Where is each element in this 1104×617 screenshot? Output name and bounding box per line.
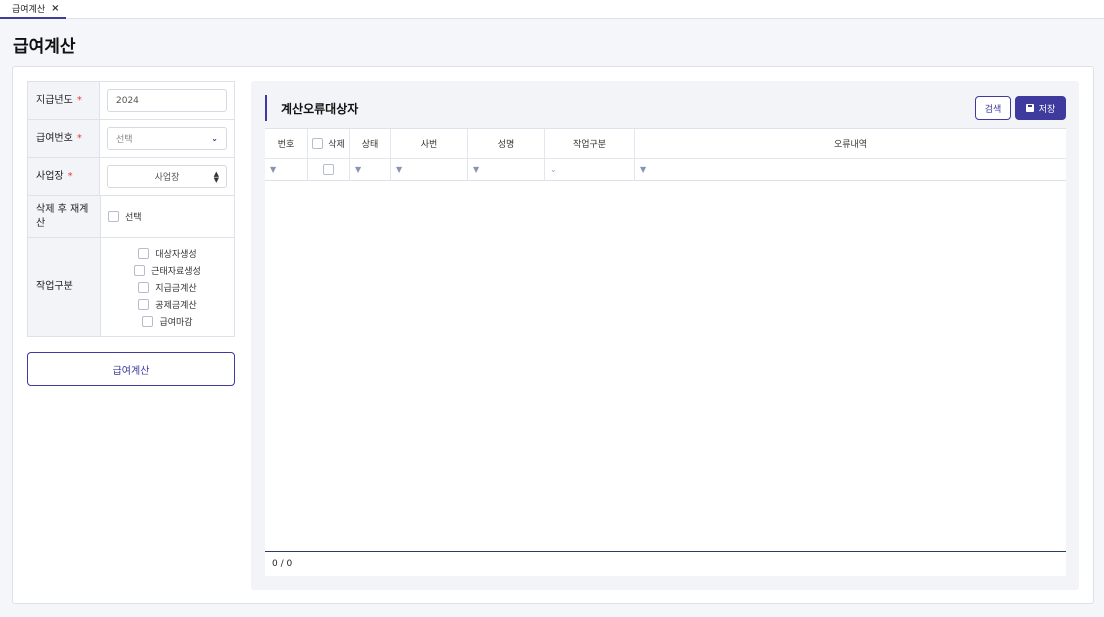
form-label: 지급년도 * — [28, 82, 100, 119]
checkbox-icon[interactable] — [142, 315, 154, 327]
checkbox-label: 선택 — [125, 213, 142, 223]
pay-number-select[interactable]: 선택 ⌄ — [107, 127, 227, 150]
form-value: 2024 — [100, 82, 234, 119]
job-type-option[interactable]: 근태자료생성 — [134, 262, 201, 279]
filter-icon[interactable]: ▼ — [355, 165, 361, 174]
search-form: 지급년도 * 2024 급여번호 * 선택 ⌄ 사업장 * 사업장 ▲ ▼ 삭제… — [27, 81, 235, 337]
filter-icon[interactable]: ▼ — [640, 165, 646, 174]
required-mark: * — [76, 132, 82, 144]
checkbox-label: 지급금계산 — [155, 283, 197, 294]
label-text: 지급년도 — [36, 94, 73, 106]
filter-cell[interactable]: ▼ — [468, 159, 545, 180]
filter-icon[interactable]: ▼ — [270, 165, 276, 174]
job-type-option[interactable]: 공제금계산 — [138, 296, 197, 313]
filter-icon[interactable]: ▼ — [396, 165, 402, 174]
grid-row-count: 0 / 0 — [272, 559, 293, 569]
select-all-checkbox[interactable] — [312, 138, 324, 149]
form-label: 사업장 * — [28, 158, 100, 195]
col-header-delete[interactable]: 삭제 — [308, 129, 350, 158]
tab-payroll-calc[interactable]: 급여계산 × — [0, 0, 66, 19]
job-type-option[interactable]: 대상자생성 — [138, 245, 197, 262]
form-value: 사업장 ▲ ▼ — [100, 158, 234, 195]
checkbox-label: 급여마감 — [159, 317, 193, 328]
checkbox-icon[interactable] — [108, 211, 119, 222]
form-value: 선택 ⌄ — [100, 120, 234, 157]
checkbox-icon[interactable] — [138, 298, 150, 310]
filter-cell[interactable]: ▼ — [391, 159, 468, 180]
form-row-job-type: 작업구분 대상자생성 근태자료생성 지급금계산 공제금계산 급여마감 — [28, 238, 234, 336]
input-value: 2024 — [116, 95, 139, 106]
chevron-down-icon[interactable]: ⌄ — [550, 165, 557, 174]
col-header-job-type[interactable]: 작업구분 — [545, 129, 635, 158]
label-text: 삭제 후 재계산 — [36, 203, 89, 229]
filter-cell[interactable]: ▼ — [265, 159, 308, 180]
filter-cell[interactable]: ⌄ — [545, 159, 635, 180]
required-mark: * — [76, 94, 82, 106]
required-mark: * — [67, 170, 73, 182]
chevron-down-icon: ⌄ — [211, 134, 218, 143]
checkbox-label: 근태자료생성 — [151, 266, 201, 277]
filter-cell[interactable] — [308, 159, 350, 180]
tab-label: 급여계산 — [12, 5, 46, 15]
filter-cell[interactable]: ▼ — [635, 159, 1066, 180]
select-value: 사업장 — [154, 173, 180, 183]
form-label: 삭제 후 재계산 — [28, 196, 101, 237]
workplace-select[interactable]: 사업장 ▲ ▼ — [107, 165, 227, 188]
page-title: 급여계산 — [13, 37, 76, 57]
filter-checkbox[interactable] — [323, 164, 334, 175]
grid-filter-row: ▼ ▼ ▼ ▼ ⌄ ▼ — [265, 159, 1066, 181]
save-button[interactable]: 저장 — [1015, 96, 1066, 120]
col-header-name[interactable]: 성명 — [468, 129, 545, 158]
recalc-checkbox[interactable]: 선택 — [108, 208, 142, 225]
filter-icon[interactable]: ▼ — [473, 165, 479, 174]
error-grid: 번호 삭제 상태 사번 성명 작업구분 오류내역 ▼ ▼ ▼ ▼ ⌄ ▼ 0 /… — [265, 128, 1066, 576]
payroll-calculate-button[interactable]: 급여계산 — [27, 352, 235, 386]
label-text: 급여번호 — [36, 132, 73, 144]
label-text: 사업장 — [36, 170, 64, 182]
select-value: 선택 — [116, 135, 133, 145]
filter-cell[interactable]: ▼ — [350, 159, 391, 180]
grid-header: 번호 삭제 상태 사번 성명 작업구분 오류내역 — [265, 129, 1066, 159]
grid-footer-divider — [265, 551, 1066, 552]
search-button[interactable]: 검색 — [975, 96, 1011, 120]
col-header-error-detail[interactable]: 오류내역 — [635, 129, 1066, 158]
save-icon — [1025, 104, 1034, 112]
form-row-pay-year: 지급년도 * 2024 — [28, 82, 234, 120]
panel-title: 계산오류대상자 — [281, 102, 359, 116]
job-type-option[interactable]: 급여마감 — [142, 313, 193, 330]
job-type-option[interactable]: 지급금계산 — [138, 279, 197, 296]
checkbox-icon[interactable] — [138, 247, 150, 259]
close-icon[interactable]: × — [51, 3, 59, 14]
form-label: 급여번호 * — [28, 120, 100, 157]
checkbox-label: 공제금계산 — [155, 300, 197, 311]
form-value: 선택 — [101, 196, 234, 237]
tab-bar: 급여계산 × — [0, 0, 1104, 19]
form-row-pay-number: 급여번호 * 선택 ⌄ — [28, 120, 234, 158]
col-header-label: 삭제 — [328, 140, 345, 150]
form-label: 작업구분 — [28, 238, 101, 336]
job-type-checklist: 대상자생성 근태자료생성 지급금계산 공제금계산 급여마감 — [101, 238, 234, 336]
save-button-label: 저장 — [1038, 104, 1056, 115]
title-accent-bar — [265, 95, 267, 121]
form-row-recalc: 삭제 후 재계산 선택 — [28, 196, 234, 238]
pay-year-input[interactable]: 2024 — [107, 89, 227, 112]
col-header-employee-id[interactable]: 사번 — [391, 129, 468, 158]
col-header-number[interactable]: 번호 — [265, 129, 308, 158]
checkbox-icon[interactable] — [134, 264, 146, 276]
label-text: 작업구분 — [36, 281, 73, 292]
col-header-status[interactable]: 상태 — [350, 129, 391, 158]
form-row-workplace: 사업장 * 사업장 ▲ ▼ — [28, 158, 234, 196]
checkbox-label: 대상자생성 — [155, 249, 197, 260]
sort-updown-icon: ▲ ▼ — [213, 170, 219, 184]
checkbox-icon[interactable] — [138, 281, 150, 293]
